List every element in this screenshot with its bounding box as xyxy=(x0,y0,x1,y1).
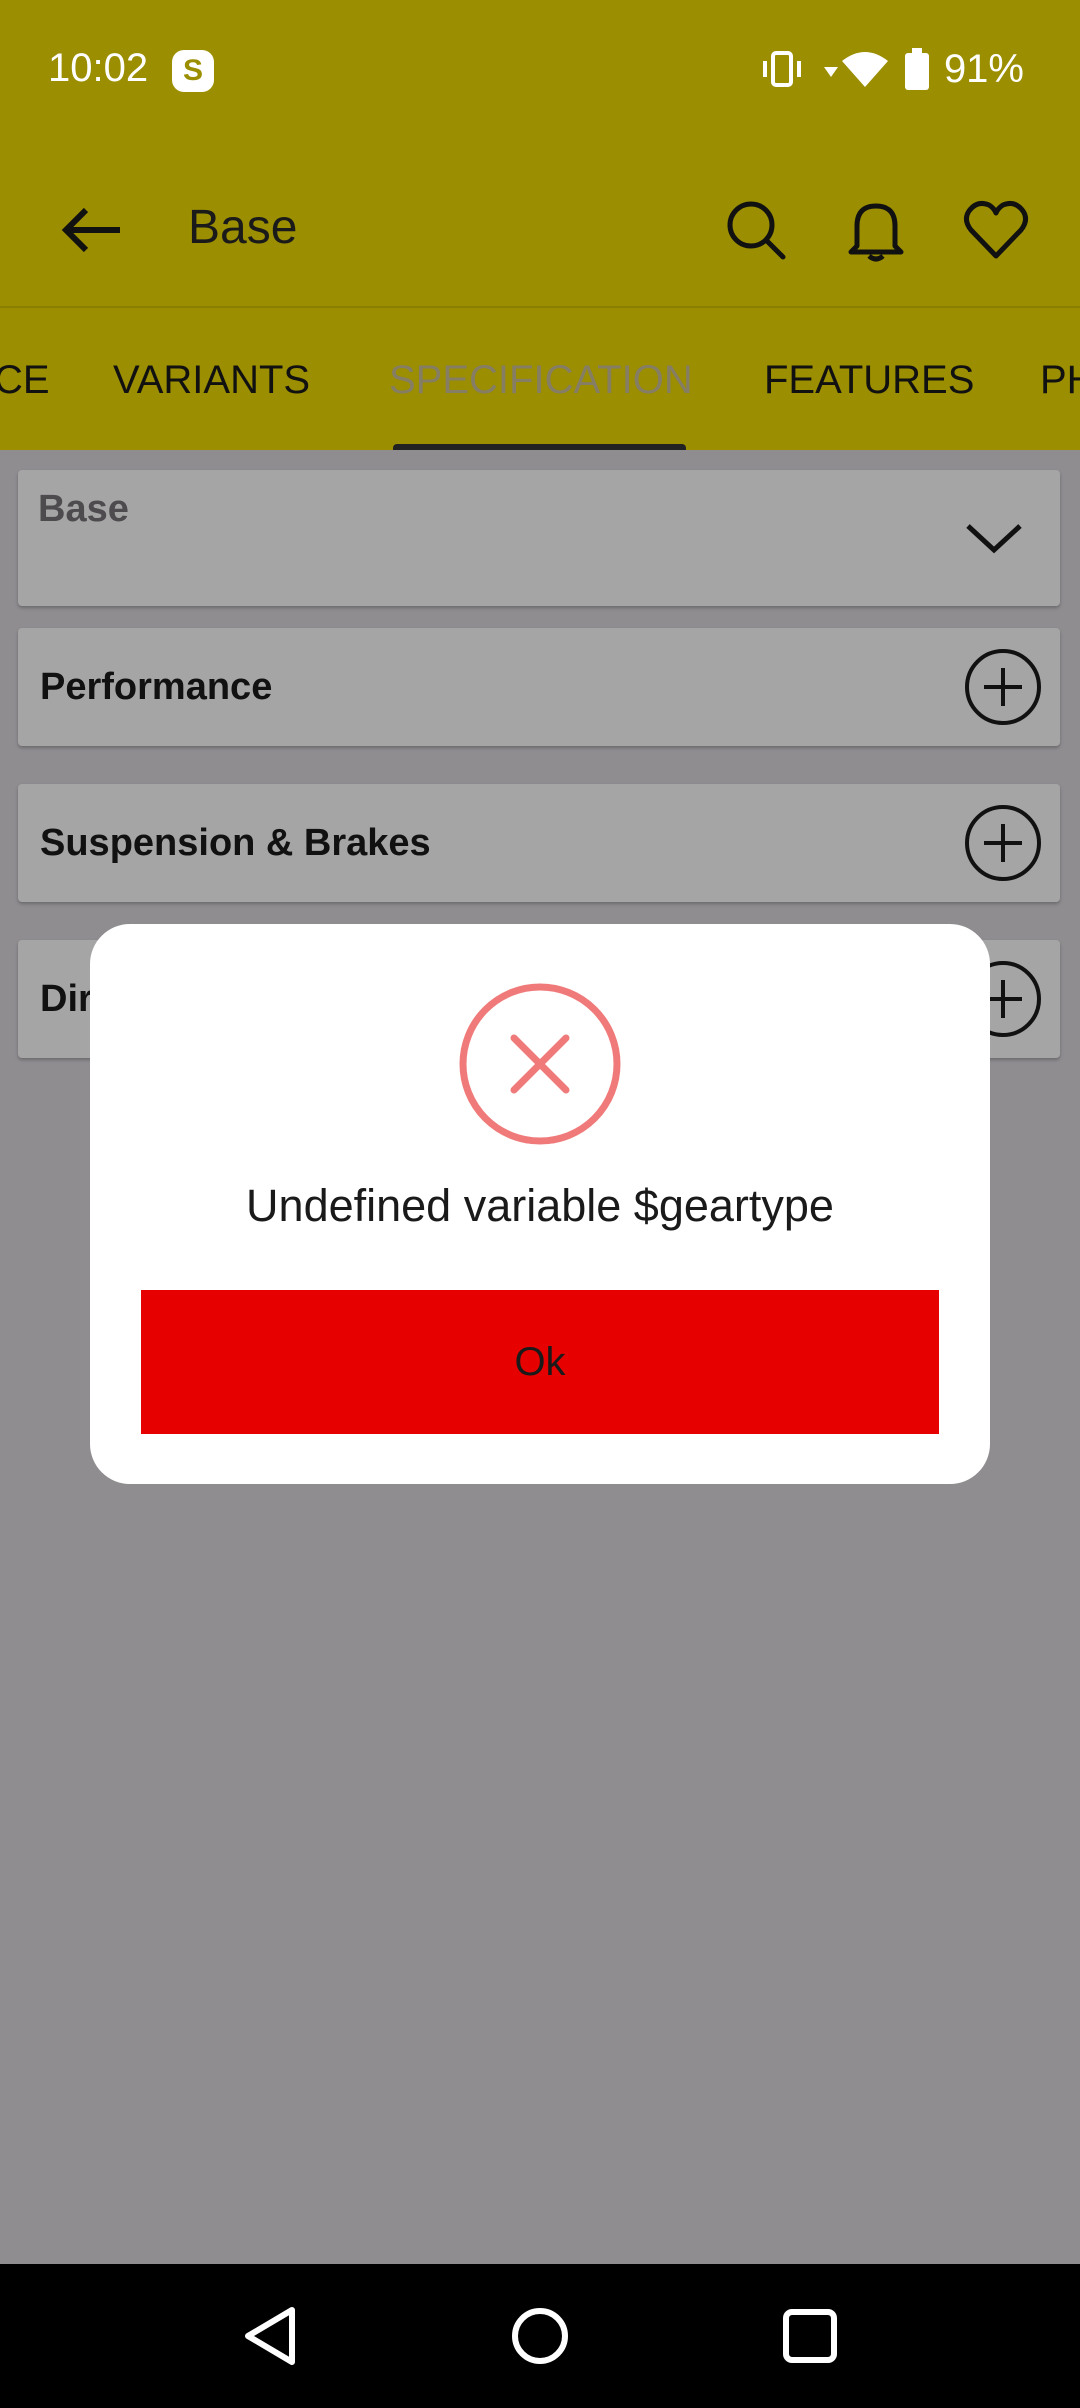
battery-percent: 91% xyxy=(943,46,1024,91)
error-dialog: Undefined variable $geartype Ok xyxy=(90,924,990,1484)
heart-icon xyxy=(963,201,1029,259)
tab-features[interactable]: FEATURES xyxy=(764,358,974,403)
app-bar-actions xyxy=(714,188,1038,272)
section-performance[interactable]: Performance xyxy=(18,628,1060,746)
skype-icon-letter: S xyxy=(182,54,203,87)
expand-plus-icon[interactable] xyxy=(964,648,1042,726)
page-title: Base xyxy=(188,201,298,254)
nav-back-button[interactable] xyxy=(228,2294,312,2378)
ok-button[interactable]: Ok xyxy=(141,1290,939,1434)
section-label: Performance xyxy=(40,666,273,708)
status-icons: 91% xyxy=(760,44,1024,94)
vibrate-icon xyxy=(762,51,801,87)
nav-recents-button[interactable] xyxy=(768,2294,852,2378)
status-bar: 10:02 S 91% xyxy=(0,0,1080,144)
bell-icon xyxy=(848,203,904,262)
triangle-back-icon xyxy=(245,2307,295,2365)
chevron-down-icon xyxy=(966,524,1022,554)
wifi-icon xyxy=(823,52,888,87)
tab-bar: CE VARIANTS SPECIFICATION FEATURES PH xyxy=(0,306,1080,450)
section-label: Dir xyxy=(40,978,93,1020)
section-label: Suspension & Brakes xyxy=(40,822,431,864)
app-bar: Base xyxy=(0,144,1080,306)
tab-photos[interactable]: PH xyxy=(1040,358,1080,403)
circle-home-icon xyxy=(512,2308,568,2364)
variant-select[interactable]: Base xyxy=(18,470,1060,606)
tab-specification[interactable]: SPECIFICATION xyxy=(389,358,693,403)
favorite-button[interactable] xyxy=(954,188,1038,272)
search-button[interactable] xyxy=(714,188,798,272)
skype-notification-icon: S xyxy=(172,50,214,92)
section-suspension-brakes[interactable]: Suspension & Brakes xyxy=(18,784,1060,902)
status-time: 10:02 xyxy=(48,46,149,90)
battery-icon xyxy=(904,48,929,90)
search-icon xyxy=(727,201,786,260)
system-nav-bar xyxy=(0,2264,1080,2408)
dialog-message: Undefined variable $geartype xyxy=(246,1180,834,1231)
tab-variants[interactable]: VARIANTS xyxy=(113,358,310,403)
back-button[interactable] xyxy=(50,188,134,272)
notifications-button[interactable] xyxy=(834,188,918,272)
tab-price[interactable]: CE xyxy=(0,358,50,403)
back-arrow-icon xyxy=(61,207,120,253)
nav-home-button[interactable] xyxy=(498,2294,582,2378)
error-x-icon xyxy=(459,983,621,1145)
square-recents-icon xyxy=(783,2309,837,2363)
variant-select-value: Base xyxy=(38,488,129,530)
expand-plus-icon[interactable] xyxy=(964,804,1042,882)
